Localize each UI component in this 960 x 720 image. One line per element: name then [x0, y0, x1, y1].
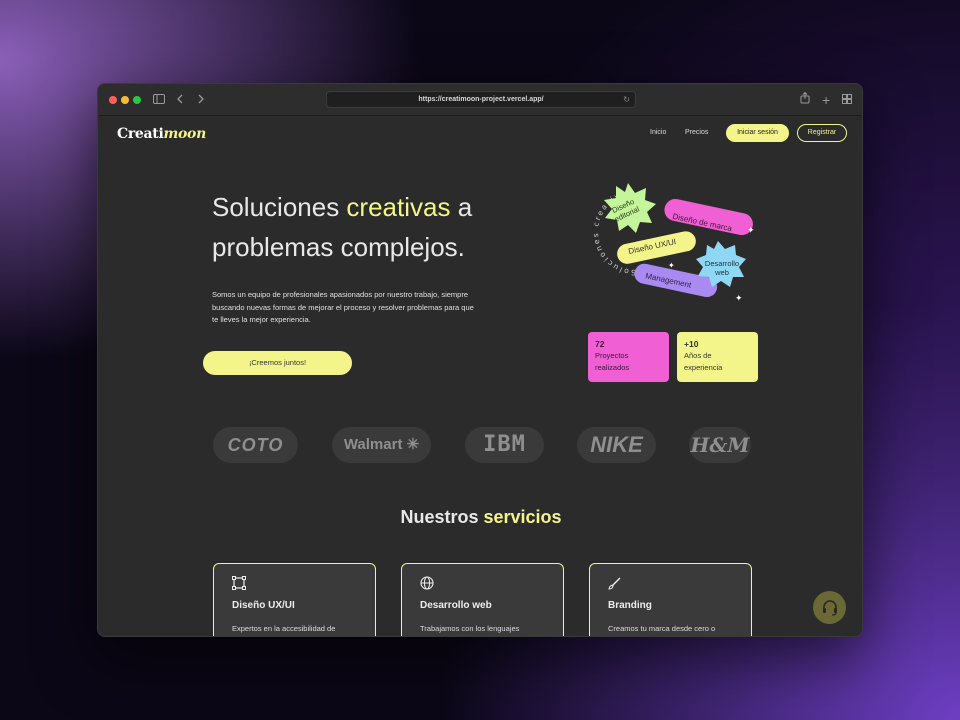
brand-logo-ibm: IBM [465, 427, 544, 463]
brand-name: COTO [227, 435, 284, 455]
url-text: https://creatimoon-project.vercel.app/ [418, 96, 544, 103]
forward-arrow-icon[interactable] [197, 92, 205, 108]
sparkle-icon: ✦ [747, 225, 755, 235]
hero-description: Somos un equipo de profesionales apasion… [212, 290, 474, 324]
brand-logo-coto: COTO [213, 427, 298, 463]
stat-label: Años de experiencia [684, 351, 723, 372]
hero-title-part2: a [450, 192, 473, 222]
browser-window: https://creatimoon-project.vercel.app/ ↻… [97, 83, 863, 637]
service-card-text: Creamos tu marca desde cero o [608, 624, 716, 633]
brand-logo-nike: NIKE [577, 427, 656, 463]
brand-name: IBM [483, 432, 526, 457]
logo-accent-text: moon [163, 126, 206, 142]
client-brands-row: COTO Walmart ✳ IBM NIKE H&M [98, 423, 862, 471]
tab-overview-icon[interactable] [842, 92, 852, 108]
service-card-title: Desarrollo web [420, 600, 492, 611]
back-arrow-icon[interactable] [176, 92, 184, 108]
services-title-part1: Nuestros [400, 507, 484, 527]
logo-main-text: Creati [117, 126, 164, 142]
web-badge-label: Desarrollo web [704, 259, 740, 277]
stat-number: +10 [684, 339, 699, 349]
share-icon[interactable] [800, 91, 810, 108]
creatimoon-logo[interactable]: Creatimoon [117, 126, 206, 142]
globe-icon [420, 576, 434, 590]
browser-toolbar: https://creatimoon-project.vercel.app/ ↻… [98, 84, 862, 116]
register-button[interactable]: Registrar [797, 124, 847, 142]
sparkle-icon: ✦ [735, 293, 743, 303]
support-chat-button[interactable] [813, 591, 846, 624]
brand-logo-walmart: Walmart ✳ [332, 427, 431, 463]
hero-title-part1: Soluciones [212, 192, 347, 222]
minimize-window-button[interactable] [121, 96, 129, 104]
service-card-web[interactable]: Desarrollo web Trabajamos con los lengua… [401, 563, 564, 636]
frame-icon [232, 576, 246, 590]
service-card-title: Diseño UX/UI [232, 600, 295, 611]
stat-label: Proyectos realizados [595, 351, 630, 372]
maximize-window-button[interactable] [133, 96, 141, 104]
service-card-branding[interactable]: Branding Creamos tu marca desde cero o [589, 563, 752, 636]
nav-link-precios[interactable]: Precios [685, 129, 708, 136]
walmart-spark-icon: ✳ [406, 436, 420, 453]
hero-title-highlight: creativas [346, 192, 451, 222]
services-title: Nuestros servicios [98, 507, 862, 528]
stat-card-experience: +10 Años de experiencia [677, 332, 758, 382]
new-tab-icon[interactable]: + [822, 92, 830, 108]
web-page: Creatimoon Inicio Precios Iniciar sesión… [98, 117, 862, 636]
headset-icon [821, 599, 839, 616]
sparkle-icon: ✦ [668, 261, 675, 270]
reload-icon[interactable]: ↻ [623, 92, 630, 107]
service-card-text: Expertos en la accesibilidad de [232, 624, 336, 633]
brand-name: Walmart [343, 436, 403, 453]
brand-name: H&M [690, 433, 750, 457]
service-card-title: Branding [608, 600, 652, 611]
cta-button[interactable]: ¡Creemos juntos! [203, 351, 352, 375]
hero-title-line2: problemas complejos. [212, 232, 465, 262]
brand-name: NIKE [590, 432, 643, 457]
services-badge-cluster: Soluciones creativas ✦ Di [584, 175, 764, 315]
sidebar-toggle-icon[interactable] [153, 92, 165, 108]
stat-number: 72 [595, 339, 605, 349]
services-title-highlight: servicios [483, 507, 562, 527]
brand-logo-hm: H&M [689, 427, 751, 463]
stat-card-projects: 72 Proyectos realizados [588, 332, 669, 382]
service-card-text: Trabajamos con los lenguajes [420, 624, 520, 633]
brush-icon [608, 576, 622, 590]
nav-link-inicio[interactable]: Inicio [650, 129, 666, 136]
service-card-uxui[interactable]: Diseño UX/UI Expertos en la accesibilida… [213, 563, 376, 636]
hero-title: Soluciones creativas a problemas complej… [212, 187, 472, 267]
login-button[interactable]: Iniciar sesión [726, 124, 789, 142]
close-window-button[interactable] [109, 96, 117, 104]
address-bar[interactable]: https://creatimoon-project.vercel.app/ ↻ [326, 91, 636, 108]
